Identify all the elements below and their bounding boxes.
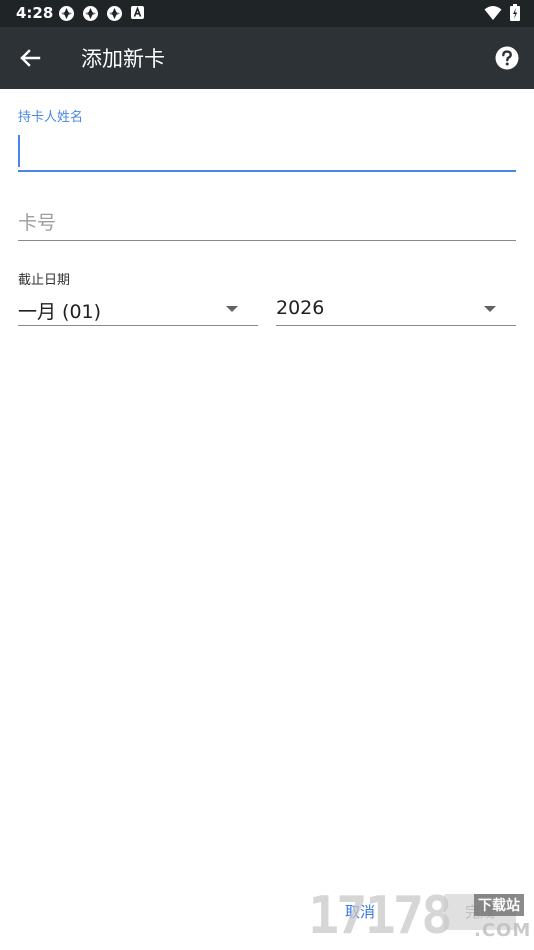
wifi-icon [484, 5, 502, 20]
expiry-month-select[interactable]: 一月 (01) [18, 296, 258, 326]
help-circle-icon [495, 46, 519, 70]
arrow-back-icon [20, 49, 41, 67]
expiry-month-value: 一月 (01) [18, 301, 102, 323]
expiry-year-value: 2026 [276, 297, 325, 319]
dropdown-arrow-icon [226, 306, 238, 312]
cancel-button[interactable]: 取消 [330, 894, 390, 930]
back-button[interactable] [14, 42, 46, 74]
cardholder-name-underline [18, 170, 516, 172]
expiry-year-select[interactable]: 2026 [276, 296, 516, 326]
done-button[interactable]: 完成 [444, 894, 516, 930]
cardholder-name-label: 持卡人姓名 [18, 110, 84, 125]
card-number-field [18, 208, 516, 241]
system-icons [484, 4, 520, 21]
expiry-date-label: 截止日期 [18, 273, 71, 288]
sync-icon [83, 6, 98, 21]
cardholder-name-field: 持卡人姓名 [18, 106, 516, 172]
a-notification-icon [131, 6, 144, 19]
sync-icon [107, 6, 122, 21]
status-bar: 4:28 [0, 0, 534, 27]
dropdown-arrow-icon [484, 306, 496, 312]
sync-icon [59, 6, 74, 21]
card-number-underline [18, 240, 516, 241]
cardholder-name-input[interactable] [18, 135, 516, 167]
app-bar: 添加新卡 [0, 27, 534, 89]
card-number-input[interactable] [18, 208, 516, 238]
battery-icon [510, 4, 520, 21]
page-title: 添加新卡 [81, 47, 165, 71]
help-button[interactable] [494, 45, 520, 71]
status-time: 4:28 [16, 4, 54, 22]
notification-icons [58, 5, 145, 22]
